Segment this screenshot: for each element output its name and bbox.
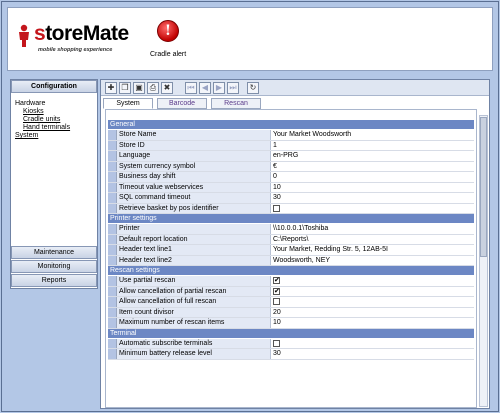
main-panel: ✚ ❐ ▣ ⎙ ✖ ⏮ ◀ ▶ ⏭ ↻ System Barcode Resca… <box>100 79 490 409</box>
next-icon[interactable]: ▶ <box>213 82 225 94</box>
row-header-line1[interactable]: Header text line1 Your Market, Redding St… <box>108 245 474 256</box>
sidebar-monitoring[interactable]: Monitoring <box>11 260 97 273</box>
save-icon[interactable]: ▣ <box>133 82 145 94</box>
section-general: General <box>108 120 474 130</box>
checkbox-allow-full-cancel[interactable] <box>273 298 280 305</box>
sidebar-maintenance[interactable]: Maintenance <box>11 246 97 259</box>
shopper-logo-icon <box>19 24 29 47</box>
row-retrieve-basket[interactable]: Retrieve basket by pos identifier <box>108 203 474 214</box>
tab-bar: System Barcode Rescan <box>101 97 489 109</box>
section-rescan: Rescan settings <box>108 266 474 276</box>
tab-barcode[interactable]: Barcode <box>157 98 207 109</box>
row-min-battery[interactable]: Minimum battery release level 30 <box>108 349 474 360</box>
section-terminal: Terminal <box>108 328 474 339</box>
new-icon[interactable]: ✚ <box>105 82 117 94</box>
first-icon[interactable]: ⏮ <box>185 82 197 94</box>
tree-cradle-units[interactable]: Cradle units <box>15 116 93 124</box>
tree-hand-terminals[interactable]: Hand terminals <box>15 124 93 132</box>
row-allow-partial-cancel[interactable]: Allow cancellation of partial rescan ✔ <box>108 286 474 297</box>
tree-system[interactable]: System <box>15 132 93 140</box>
storemate-logo: storeMate mobile shopping experience <box>14 22 134 62</box>
row-report-location[interactable]: Default report location C:\Reports\ <box>108 234 474 245</box>
settings-grid: General Store Name Your Market Woodsworth… <box>108 120 474 360</box>
prev-icon[interactable]: ◀ <box>199 82 211 94</box>
row-store-id[interactable]: Store ID 1 <box>108 140 474 151</box>
scrollbar-thumb[interactable] <box>480 117 487 257</box>
tab-rescan[interactable]: Rescan <box>211 98 261 109</box>
app-window: storeMate mobile shopping experience ! C… <box>1 1 499 412</box>
sidebar-configuration[interactable]: Configuration <box>11 80 97 93</box>
row-language[interactable]: Language en-PRG <box>108 151 474 162</box>
row-item-divisor[interactable]: Item count divisor 20 <box>108 307 474 318</box>
section-printer: Printer settings <box>108 214 474 224</box>
header: storeMate mobile shopping experience ! C… <box>7 7 493 71</box>
row-max-rescan[interactable]: Maximum number of rescan items 10 <box>108 318 474 329</box>
row-printer[interactable]: Printer \\10.0.0.1\Toshiba <box>108 224 474 235</box>
row-header-line2[interactable]: Header text line2 Woodsworth, NEY <box>108 255 474 266</box>
logo-wordmark: storeMate <box>34 22 129 45</box>
tree-kiosks[interactable]: Kiosks <box>15 108 93 116</box>
checkbox-allow-partial-cancel[interactable]: ✔ <box>273 287 280 295</box>
print-icon[interactable]: ⎙ <box>147 82 159 94</box>
sidebar: Configuration Hardware Kiosks Cradle uni… <box>10 79 98 289</box>
sidebar-reports[interactable]: Reports <box>11 274 97 287</box>
navigation-tree: Hardware Kiosks Cradle units Hand termin… <box>11 93 97 244</box>
row-day-shift[interactable]: Business day shift 0 <box>108 172 474 183</box>
checkbox-retrieve-basket[interactable] <box>273 204 280 212</box>
row-partial-rescan[interactable]: Use partial rescan ✔ <box>108 276 474 287</box>
row-sql-timeout[interactable]: SQL command timeout 30 <box>108 193 474 204</box>
row-auto-subscribe[interactable]: Automatic subscribe terminals <box>108 338 474 349</box>
cradle-alert-button[interactable]: ! Cradle alert <box>146 20 206 65</box>
logo-tagline: mobile shopping experience <box>38 47 113 53</box>
copy-icon[interactable]: ❐ <box>119 82 131 94</box>
alert-icon: ! <box>157 20 179 42</box>
delete-icon[interactable]: ✖ <box>161 82 173 94</box>
refresh-icon[interactable]: ↻ <box>247 82 259 94</box>
row-timeout[interactable]: Timeout value webservices 10 <box>108 182 474 193</box>
cradle-alert-label: Cradle alert <box>150 51 187 58</box>
last-icon[interactable]: ⏭ <box>227 82 239 94</box>
checkbox-auto-subscribe[interactable] <box>273 339 280 347</box>
row-currency[interactable]: System currency symbol € <box>108 161 474 172</box>
settings-grid-container: General Store Name Your Market Woodsworth… <box>105 109 477 408</box>
row-store-name[interactable]: Store Name Your Market Woodsworth <box>108 130 474 141</box>
row-allow-full-cancel[interactable]: Allow cancellation of full rescan <box>108 297 474 308</box>
toolbar: ✚ ❐ ▣ ⎙ ✖ ⏮ ◀ ▶ ⏭ ↻ <box>101 80 489 96</box>
tab-system[interactable]: System <box>103 98 153 109</box>
vertical-scrollbar[interactable] <box>479 115 488 407</box>
checkbox-partial-rescan[interactable]: ✔ <box>273 277 280 284</box>
tree-hardware[interactable]: Hardware <box>15 100 93 108</box>
